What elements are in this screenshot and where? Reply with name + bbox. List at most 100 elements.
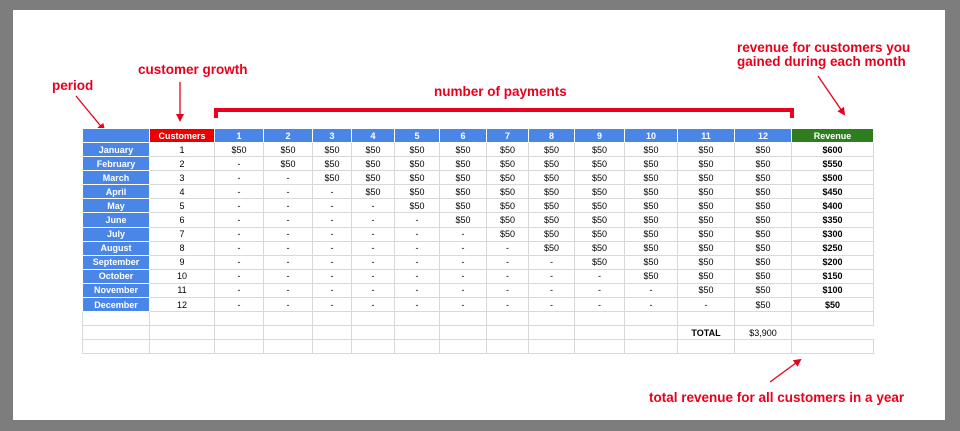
payment-cell[interactable]: $50 [574,156,625,172]
empty-cell[interactable] [312,311,352,327]
payment-cell[interactable]: - [214,268,264,284]
empty-cell[interactable] [528,325,575,341]
payment-cell[interactable]: $50 [312,156,352,172]
revenue-cell[interactable]: $600 [791,141,874,158]
payment-cell[interactable]: $50 [734,254,792,270]
payment-cell[interactable]: $50 [439,212,487,228]
payment-cell[interactable]: - [394,240,440,256]
payment-cell[interactable]: - [351,198,395,214]
payment-cell[interactable]: $50 [734,156,792,172]
payment-cell[interactable]: - [351,254,395,270]
payment-cell[interactable]: $50 [624,156,678,172]
month-cell[interactable]: November [82,282,150,299]
payment-cell[interactable]: - [263,170,313,186]
payment-cell[interactable]: - [214,226,264,242]
payment-cell[interactable]: - [486,282,529,299]
empty-cell[interactable] [791,339,874,355]
payment-cell[interactable]: - [394,282,440,299]
month-cell[interactable]: March [82,170,150,186]
payment-cell[interactable]: $50 [677,198,735,214]
payment-cell[interactable]: - [528,268,575,284]
payment-cell[interactable]: $50 [486,184,529,200]
empty-cell[interactable] [394,325,440,341]
empty-cell[interactable] [351,311,395,327]
empty-cell[interactable] [486,339,529,355]
empty-cell[interactable] [214,325,264,341]
payment-cell[interactable]: - [263,226,313,242]
payment-cell[interactable]: $50 [394,170,440,186]
payment-cell[interactable]: $50 [312,170,352,186]
payment-cell[interactable]: $50 [624,141,678,158]
total-value[interactable]: $3,900 [734,325,792,341]
payment-cell[interactable]: $50 [351,156,395,172]
payment-cell[interactable]: - [214,240,264,256]
payment-cell[interactable]: - [312,297,352,313]
payment-cell[interactable]: $50 [394,156,440,172]
payment-cell[interactable]: $50 [624,212,678,228]
empty-cell[interactable] [351,325,395,341]
payment-cell[interactable]: - [486,240,529,256]
payment-cell[interactable]: - [351,212,395,228]
empty-cell[interactable] [528,311,575,327]
payment-cell[interactable]: $50 [677,254,735,270]
payment-cell[interactable]: $50 [351,184,395,200]
payment-cell[interactable]: - [394,254,440,270]
payment-cell[interactable]: - [263,198,313,214]
customers-cell[interactable]: 9 [149,254,215,270]
payment-cell[interactable]: $50 [394,198,440,214]
payment-cell[interactable]: - [486,268,529,284]
payment-cell[interactable]: $50 [528,141,575,158]
payment-cell[interactable]: - [394,226,440,242]
empty-cell[interactable] [574,339,625,355]
revenue-cell[interactable]: $250 [791,240,874,256]
customers-cell[interactable]: 3 [149,170,215,186]
payment-cell[interactable]: $50 [677,212,735,228]
payment-cell[interactable]: - [312,282,352,299]
revenue-cell[interactable]: $300 [791,226,874,242]
payment-cell[interactable]: $50 [734,198,792,214]
payment-cell[interactable]: $50 [624,268,678,284]
payment-cell[interactable]: $50 [528,212,575,228]
payment-cell[interactable]: - [214,198,264,214]
empty-cell[interactable] [528,339,575,355]
payment-cell[interactable]: - [263,240,313,256]
empty-cell[interactable] [624,339,678,355]
customers-cell[interactable]: 7 [149,226,215,242]
payment-cell[interactable]: - [214,254,264,270]
payment-cell[interactable]: - [351,226,395,242]
customers-cell[interactable]: 8 [149,240,215,256]
payment-cell[interactable]: $50 [574,184,625,200]
payment-cell[interactable]: - [439,254,487,270]
payment-cell[interactable]: $50 [263,141,313,158]
customers-cell[interactable]: 11 [149,282,215,299]
customers-cell[interactable]: 4 [149,184,215,200]
empty-cell[interactable] [486,325,529,341]
payment-cell[interactable]: $50 [734,240,792,256]
payment-cell[interactable]: - [574,268,625,284]
payment-cell[interactable]: $50 [486,226,529,242]
revenue-cell[interactable]: $400 [791,198,874,214]
payment-cell[interactable]: - [528,254,575,270]
payment-cell[interactable]: - [351,240,395,256]
empty-cell[interactable] [439,325,487,341]
payment-cell[interactable]: $50 [624,240,678,256]
payment-cell[interactable]: - [351,282,395,299]
month-cell[interactable]: September [82,254,150,270]
payment-cell[interactable]: - [439,297,487,313]
payment-cell[interactable]: $50 [439,184,487,200]
payment-cell[interactable]: - [214,212,264,228]
payment-cell[interactable]: $50 [486,170,529,186]
revenue-cell[interactable]: $200 [791,254,874,270]
empty-cell[interactable] [791,311,874,327]
empty-cell[interactable] [214,311,264,327]
empty-cell[interactable] [394,311,440,327]
payment-cell[interactable]: $50 [486,212,529,228]
payment-cell[interactable]: - [574,297,625,313]
payment-cell[interactable]: $50 [734,297,792,313]
payment-cell[interactable]: $50 [734,184,792,200]
month-cell[interactable]: August [82,240,150,256]
payment-cell[interactable]: $50 [624,184,678,200]
payment-cell[interactable]: $50 [439,156,487,172]
empty-cell[interactable] [734,339,792,355]
payment-cell[interactable]: $50 [734,141,792,158]
